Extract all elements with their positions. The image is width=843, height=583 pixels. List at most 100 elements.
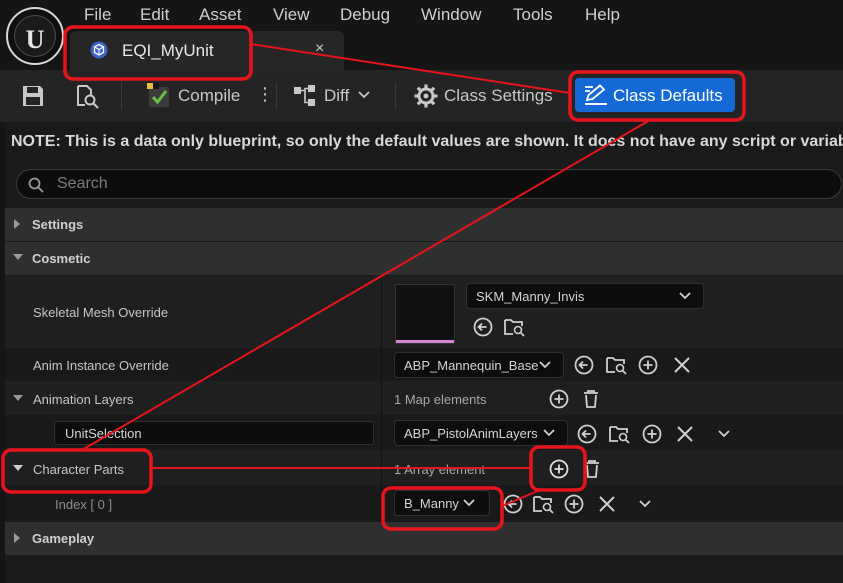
clear-icon[interactable] (671, 354, 693, 376)
compile-button[interactable]: Compile (178, 86, 240, 106)
dropdown-value: ABP_PistolAnimLayers (404, 426, 538, 441)
column-divider[interactable] (381, 276, 382, 348)
property-label: Animation Layers (33, 392, 134, 407)
add-new-icon[interactable] (637, 354, 659, 376)
asset-tab[interactable]: EQI_MyUnit × (70, 31, 344, 70)
anim-instance-dropdown[interactable]: ABP_Mannequin_Base (394, 352, 564, 378)
browse-folder-icon[interactable] (532, 493, 554, 515)
save-icon[interactable] (20, 83, 46, 109)
use-selected-icon[interactable] (573, 354, 595, 376)
menu-view[interactable]: View (273, 5, 310, 25)
dropdown-value: B_Manny (404, 496, 459, 511)
compile-status-icon[interactable] (147, 83, 173, 109)
category-settings[interactable]: Settings (5, 208, 843, 241)
details-panel: NOTE: This is a data only blueprint, so … (5, 122, 843, 583)
diff-icon[interactable] (292, 83, 318, 109)
use-selected-icon[interactable] (502, 493, 524, 515)
browse-folder-icon[interactable] (503, 316, 525, 338)
anim-layer-dropdown[interactable]: ABP_PistolAnimLayers (394, 420, 568, 446)
menu-asset[interactable]: Asset (199, 5, 242, 25)
tab-title: EQI_MyUnit (122, 41, 214, 60)
toolbar-separator (395, 82, 396, 110)
chevron-down-icon (679, 292, 691, 300)
browse-folder-icon[interactable] (608, 423, 630, 445)
anim-instance-override-row: Anim Instance Override ABP_Mannequin_Bas… (5, 348, 843, 381)
property-label: Anim Instance Override (33, 358, 169, 373)
expand-arrow-icon (14, 219, 20, 229)
chevron-down-icon[interactable] (639, 500, 651, 508)
collapse-arrow-icon (13, 254, 23, 260)
category-cosmetic[interactable]: Cosmetic (5, 242, 843, 275)
clear-icon[interactable] (596, 493, 618, 515)
menu-help[interactable]: Help (585, 5, 620, 25)
use-selected-icon[interactable] (576, 423, 598, 445)
use-selected-icon[interactable] (472, 316, 494, 338)
menu-edit[interactable]: Edit (140, 5, 169, 25)
edit-defaults-icon (585, 84, 607, 105)
chevron-down-icon (539, 361, 551, 369)
search-input[interactable] (57, 173, 757, 195)
element-count: 1 Map elements (394, 392, 487, 407)
category-label: Cosmetic (32, 251, 91, 266)
menu-debug[interactable]: Debug (340, 5, 390, 25)
column-divider[interactable] (381, 415, 382, 450)
toolbar-separator (121, 82, 122, 110)
class-defaults-label: Class Defaults (613, 86, 723, 105)
trash-icon[interactable] (580, 388, 602, 410)
collapse-arrow-icon[interactable] (13, 464, 23, 472)
map-key-field[interactable]: UnitSelection (54, 421, 374, 445)
array-index-label: Index [ 0 ] (55, 497, 113, 512)
menu-tools[interactable]: Tools (513, 5, 553, 25)
chevron-down-icon[interactable] (718, 430, 730, 438)
chevron-down-icon (543, 429, 555, 437)
data-only-notice: NOTE: This is a data only blueprint, so … (11, 133, 843, 150)
dropdown-value: ABP_Mannequin_Base (404, 358, 539, 373)
gear-icon[interactable] (413, 83, 439, 109)
class-settings-button[interactable]: Class Settings (444, 86, 553, 106)
search-box[interactable] (16, 169, 842, 199)
add-element-icon[interactable] (548, 388, 570, 410)
browse-folder-icon[interactable] (605, 354, 627, 376)
toolbar-separator (276, 82, 277, 110)
column-divider[interactable] (381, 381, 382, 415)
menu-window[interactable]: Window (421, 5, 481, 25)
tab-close-button[interactable]: × (315, 40, 324, 58)
class-defaults-button[interactable]: Class Defaults (575, 78, 735, 112)
clear-icon[interactable] (674, 423, 696, 445)
character-parts-row: Character Parts 1 Array element (5, 450, 843, 485)
expand-arrow-icon (14, 533, 20, 543)
trash-icon[interactable] (581, 458, 603, 480)
menu-file[interactable]: File (84, 5, 111, 25)
mesh-thumbnail[interactable] (395, 284, 455, 344)
chevron-down-icon[interactable] (358, 91, 370, 99)
skeletal-mesh-override-row: Skeletal Mesh Override SKM_Manny_Invis (5, 276, 843, 348)
dropdown-value: SKM_Manny_Invis (476, 289, 585, 304)
blueprint-toolbar: Compile ⋮ Diff Class Settings Class Defa… (0, 70, 843, 122)
column-divider[interactable] (381, 348, 382, 381)
column-divider[interactable] (381, 485, 382, 520)
collapse-arrow-icon[interactable] (13, 394, 23, 402)
thumbnail-type-bar (396, 340, 454, 343)
skeletal-mesh-dropdown[interactable]: SKM_Manny_Invis (466, 283, 704, 309)
add-new-icon[interactable] (641, 423, 663, 445)
browse-asset-icon[interactable] (74, 83, 100, 109)
add-new-icon[interactable] (563, 493, 585, 515)
unreal-logo[interactable]: U (6, 7, 64, 65)
category-gameplay[interactable]: Gameplay (5, 522, 843, 555)
property-label: Skeletal Mesh Override (33, 305, 169, 320)
compile-options-button[interactable]: ⋮ (256, 84, 274, 105)
element-count: 1 Array element (394, 462, 486, 477)
animation-layers-row: Animation Layers 1 Map elements (5, 381, 843, 415)
column-divider[interactable] (381, 450, 382, 485)
blueprint-asset-icon (90, 41, 108, 59)
document-tab-bar: EQI_MyUnit × (0, 30, 843, 70)
category-label: Gameplay (32, 531, 95, 546)
map-entry-row: UnitSelection ABP_PistolAnimLayers (5, 415, 843, 450)
logo-inner-ring: U (14, 15, 56, 57)
array-element-row: Index [ 0 ] B_Manny (5, 485, 843, 520)
add-element-icon[interactable] (548, 458, 570, 480)
search-icon (28, 177, 44, 193)
diff-button[interactable]: Diff (324, 86, 349, 106)
character-part-dropdown[interactable]: B_Manny (394, 490, 490, 516)
property-label: Character Parts (33, 462, 125, 477)
